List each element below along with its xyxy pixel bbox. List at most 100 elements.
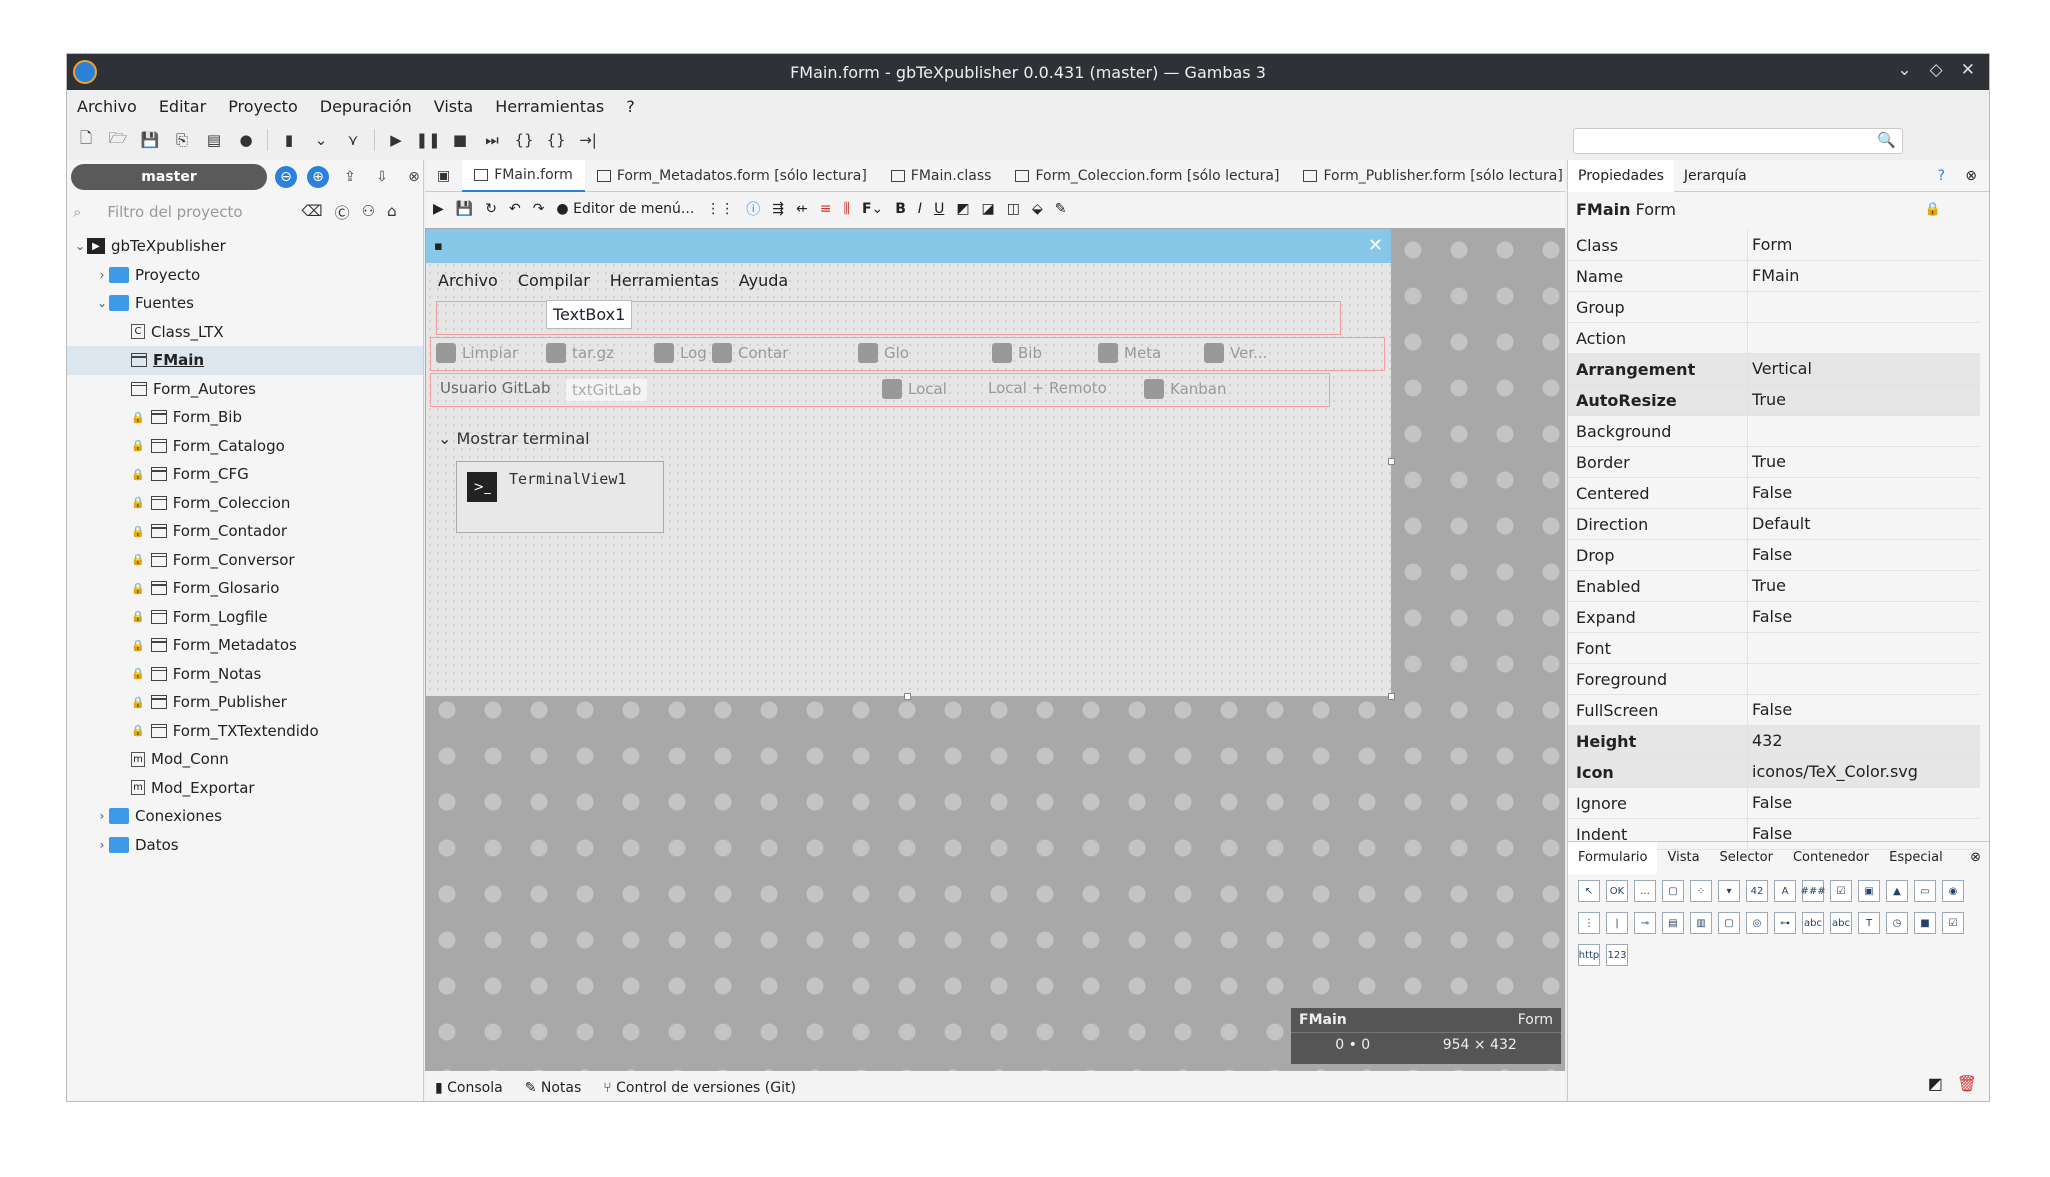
chevron-icon[interactable]: › [95,268,109,282]
save-all-icon[interactable]: ⎘ [171,129,193,151]
property-row[interactable]: AutoResize True [1568,385,1980,416]
statusbar-item[interactable]: ▮ Consola [435,1080,503,1096]
run-form-icon[interactable]: ▶ [433,201,444,217]
tree-item[interactable]: 🔒 Form_Conversor [67,546,423,575]
property-value[interactable]: False [1748,540,1796,570]
undo-icon[interactable]: ↶ [509,201,521,217]
statusbar-item[interactable]: ⑂ Control de versiones (Git) [603,1080,796,1096]
new-file-icon[interactable]: 🗋 [75,129,97,151]
palette-tab[interactable]: Vista [1657,842,1709,874]
palette-control-icon[interactable]: ■ [1914,912,1936,934]
property-value[interactable]: FMain [1748,261,1803,291]
property-value[interactable]: iconos/TeX_Color.svg [1748,757,1922,787]
terminal-expander[interactable]: ⌄ Mostrar terminal [438,429,590,448]
class-icon[interactable]: Ⓒ [335,202,350,223]
property-row[interactable]: Arrangement Vertical [1568,354,1980,385]
shape3-icon[interactable]: ◫ [1007,201,1020,217]
download-icon[interactable]: ⇩ [371,166,393,188]
tree-item[interactable]: m Mod_Conn [67,745,423,774]
form-button[interactable]: Glo [858,343,909,363]
chevron-down-icon[interactable]: ⌄ [310,129,332,151]
tree-item[interactable]: 🔒 Form_Notas [67,660,423,689]
tree-item[interactable]: › Datos [67,831,423,860]
menu-depuración[interactable]: Depuración [320,97,412,116]
form-button[interactable]: Local [882,379,947,399]
distribute2-icon[interactable]: ⫼ [843,201,849,217]
save-form-icon[interactable]: 💾 [456,201,473,217]
tree-item[interactable]: 🔒 Form_Publisher [67,688,423,717]
palette-control-icon[interactable]: abc [1830,912,1852,934]
shape2-icon[interactable]: ◪ [982,201,995,217]
palette-tab[interactable]: Contenedor [1783,842,1879,874]
shape-icon[interactable]: ◩ [956,201,969,217]
maximize-icon[interactable]: ◇ [1930,60,1943,80]
editor-tab[interactable]: Form_Coleccion.form [sólo lectura] [1003,160,1291,192]
property-value[interactable]: Form [1748,230,1796,260]
property-value[interactable] [1748,323,1756,353]
terminal-view[interactable]: >_ TerminalView1 [456,461,664,533]
property-value[interactable] [1748,664,1756,694]
tree-item[interactable]: 🔒 Form_CFG [67,460,423,489]
expand-panel-icon[interactable]: ◩ [1928,1074,1943,1093]
search-input[interactable]: 🔍 [1573,128,1903,154]
tree-item[interactable]: C Class_LTX [67,318,423,347]
home-icon[interactable]: ⌂ [387,202,397,223]
statusbar-item[interactable]: ✎ Notas [525,1080,582,1096]
properties-icon[interactable]: ▤ [203,129,225,151]
align-icon[interactable]: ⇶ [772,201,784,217]
property-value[interactable]: False [1748,478,1796,508]
tree-item[interactable]: 🔒 Form_TXTextendido [67,717,423,746]
property-row[interactable]: Height 432 [1568,726,1980,757]
property-row[interactable]: Action [1568,323,1980,354]
tree-item[interactable]: Form_Autores [67,375,423,404]
branch-selector[interactable]: master [71,164,267,190]
tree-item[interactable]: m Mod_Exportar [67,774,423,803]
palette-control-icon[interactable]: ↖ [1578,880,1600,902]
property-value[interactable]: Default [1748,509,1814,539]
form-button[interactable]: Bib [992,343,1042,363]
tree-item[interactable]: 🔒 Form_Bib [67,403,423,432]
tree-item[interactable]: ⌄ ▶ gbTeXpublisher [67,232,423,261]
palette-control-icon[interactable]: 123 [1606,944,1628,966]
stop-icon[interactable]: ■ [449,129,471,151]
palette-control-icon[interactable]: ▢ [1662,880,1684,902]
form-preview[interactable]: ▪ ✕ Archivo Compilar Herramientas Ayuda Tex… [425,228,1392,697]
property-value[interactable] [1748,416,1756,446]
tree-item[interactable]: 🔒 Form_Metadatos [67,631,423,660]
property-row[interactable]: Group [1568,292,1980,323]
palette-tab[interactable]: Formulario [1568,841,1658,874]
palette-control-icon[interactable]: OK [1606,880,1628,902]
gitlab-textbox[interactable]: txtGitLab [566,379,648,401]
chevron-icon[interactable]: › [95,809,109,823]
palette-control-icon[interactable]: T [1858,912,1880,934]
palette-control-icon[interactable]: ◉ [1942,880,1964,902]
clear-icon[interactable]: ⌫ [301,202,322,223]
tree-item[interactable]: › Proyecto [67,261,423,290]
collapse-icon[interactable]: ⊖ [275,166,297,188]
editor-tab[interactable]: FMain.class [879,160,1004,192]
editor-tab[interactable]: FMain.form [462,159,585,192]
pause-icon[interactable]: ❚❚ [415,129,440,151]
pen-icon[interactable]: ✎ [1055,201,1067,217]
font-icon[interactable]: F⌄ [862,201,883,217]
expand-icon[interactable]: ⊕ [307,166,329,188]
tree-item[interactable]: 🔒 Form_Glosario [67,574,423,603]
grid-icon[interactable]: ⋮⋮ [706,201,734,217]
palette-control-icon[interactable]: ◷ [1886,912,1908,934]
lock-icon[interactable]: 🔒 [1925,202,1941,217]
menu-?[interactable]: ? [626,97,635,116]
bold-icon[interactable]: B [895,201,906,217]
property-row[interactable]: Border True [1568,447,1980,478]
menu-vista[interactable]: Vista [434,97,473,116]
underline-icon[interactable]: U [934,201,944,217]
property-value[interactable] [1748,633,1756,663]
property-row[interactable]: Centered False [1568,478,1980,509]
palette-control-icon[interactable]: ⊸ [1634,912,1656,934]
property-row[interactable]: Class Form [1568,230,1980,261]
step-icon[interactable]: ⏭ [481,129,503,151]
palette-control-icon[interactable]: ▤ [1662,912,1684,934]
palette-control-icon[interactable]: | [1606,912,1628,934]
property-value[interactable]: False [1748,602,1796,632]
italic-icon[interactable]: I [918,201,922,217]
search-icon[interactable]: 🔍 [1877,131,1896,149]
